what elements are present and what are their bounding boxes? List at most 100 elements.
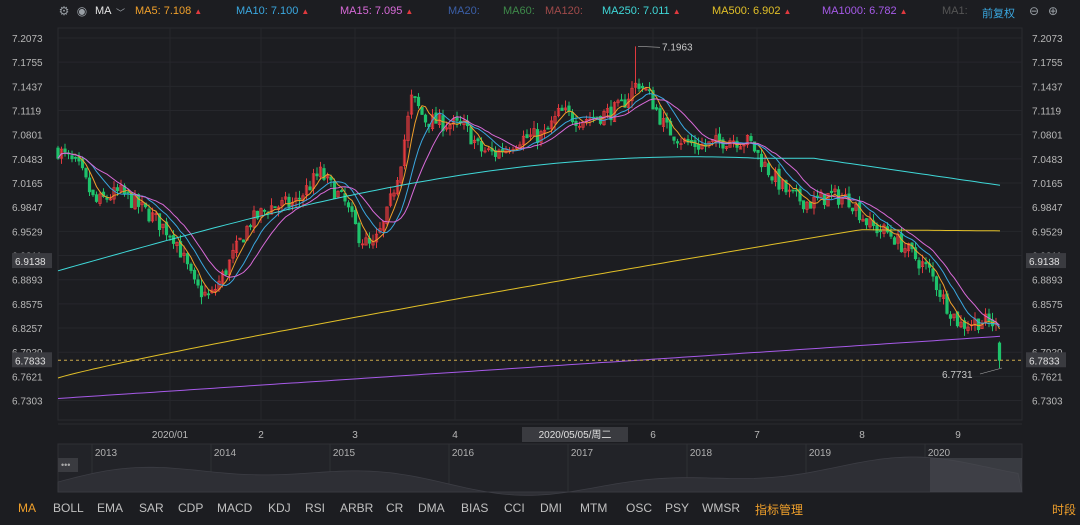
candle-body <box>70 155 74 160</box>
price-tick-right: 7.1119 <box>1032 107 1062 118</box>
tab-arbr[interactable]: ARBR <box>340 501 373 515</box>
candle-body <box>262 209 267 212</box>
candle-body <box>479 140 484 152</box>
navigator-year: 2016 <box>452 448 475 459</box>
navigator-year: 2018 <box>690 448 713 459</box>
time-tick: 6 <box>650 430 656 441</box>
candle-body <box>416 96 421 107</box>
candle-body <box>791 189 795 192</box>
candle-body <box>297 197 302 200</box>
price-tick-left: 6.8575 <box>12 300 43 311</box>
candle-body <box>637 83 641 89</box>
candle-body <box>525 134 529 139</box>
price-tick-right: 6.8575 <box>1032 300 1063 311</box>
tab-macd[interactable]: MACD <box>217 501 252 515</box>
high-label: 7.1963 <box>662 42 693 53</box>
tab-bias[interactable]: BIAS <box>461 501 488 515</box>
candle-body <box>94 194 99 202</box>
candle-body <box>829 190 834 194</box>
candle-body <box>241 239 246 243</box>
candle-body <box>469 126 473 145</box>
time-tick: 2 <box>258 430 264 441</box>
candle-body <box>350 206 354 212</box>
candle-body <box>315 173 319 177</box>
chart-area[interactable]: 7.2073 7.2073 7.1755 7.1755 7.1437 7.1437 7.11… <box>0 0 1080 496</box>
candle-body <box>91 189 95 196</box>
candle-body <box>798 188 802 202</box>
tab-cr[interactable]: CR <box>386 501 403 515</box>
candle-body <box>196 279 200 286</box>
candle-body <box>546 127 550 130</box>
candle-body <box>343 193 347 202</box>
candle-body <box>224 270 228 275</box>
price-tick-right: 6.9847 <box>1032 203 1063 214</box>
price-tick-left: 7.1755 <box>12 58 43 69</box>
candle-body <box>248 225 253 228</box>
navigator-year: 2013 <box>95 448 118 459</box>
candle-body <box>171 235 176 244</box>
candle-body <box>185 253 190 265</box>
candle-body <box>976 318 981 331</box>
candle-body <box>455 116 459 121</box>
candle-body <box>948 314 953 319</box>
candle-body <box>619 99 624 102</box>
tab-ema[interactable]: EMA <box>97 501 123 515</box>
tab-osc[interactable]: OSC <box>626 501 652 515</box>
tab-rsi[interactable]: RSI <box>305 501 325 515</box>
tab-mtm[interactable]: MTM <box>580 501 607 515</box>
candle-body <box>199 285 204 298</box>
candle-body <box>997 342 1002 361</box>
candle-body <box>864 218 869 226</box>
tab-boll[interactable]: BOLL <box>53 501 84 515</box>
price-tick-left: 6.9529 <box>12 227 43 238</box>
price-tick-left: 7.1437 <box>12 82 43 93</box>
time-tick: 2020/01 <box>152 430 189 441</box>
candle-body <box>847 193 851 208</box>
navigator-year: 2019 <box>809 448 832 459</box>
candle-body <box>476 138 480 142</box>
tab-cci[interactable]: CCI <box>504 501 525 515</box>
price-tick-right: 7.0801 <box>1032 131 1063 142</box>
tab-ma[interactable]: MA <box>18 501 36 515</box>
price-tick-left: 6.9847 <box>12 203 43 214</box>
candle-body <box>924 262 928 265</box>
candle-body <box>759 153 764 168</box>
price-tick-left: 6.7303 <box>12 397 43 408</box>
price-tick-right: 6.8257 <box>1032 324 1063 335</box>
tab-sar[interactable]: SAR <box>139 501 164 515</box>
price-tick-left: 7.0165 <box>12 179 43 190</box>
timeshare-button[interactable]: 时段 <box>1052 501 1076 518</box>
tab-dma[interactable]: DMA <box>418 501 445 515</box>
current-price-tag-left: 6.7833 <box>15 356 46 367</box>
candle-body <box>658 108 662 125</box>
time-tick: 9 <box>955 430 961 441</box>
kline-chart-app: ⚙ ◉ MA ﹀ MA5: 7.108 ▲ MA10: 7.100 ▲ MA15: 7.… <box>0 0 1080 525</box>
price-tick-right: 7.0165 <box>1032 179 1063 190</box>
tab-kdj[interactable]: KDJ <box>268 501 291 515</box>
candle-body <box>857 202 862 221</box>
candle-body <box>640 85 645 89</box>
candle-body <box>147 208 151 222</box>
tab-psy[interactable]: PSY <box>665 501 689 515</box>
price-tick-left: 6.8257 <box>12 324 43 335</box>
tab-cdp[interactable]: CDP <box>178 501 203 515</box>
tab-dmi[interactable]: DMI <box>540 501 562 515</box>
price-tick-right: 7.0483 <box>1032 155 1063 166</box>
time-tick: 8 <box>859 430 865 441</box>
candle-body <box>801 200 806 210</box>
time-tick: 4 <box>452 430 458 441</box>
candle-body <box>420 107 424 115</box>
candle-body <box>570 112 575 123</box>
tab-wmsr[interactable]: WMSR <box>702 501 740 515</box>
candle-body <box>875 224 879 234</box>
time-tick: 3 <box>352 430 358 441</box>
price-tick-left: 7.2073 <box>12 34 43 45</box>
candle-body <box>878 230 883 233</box>
candle-body <box>126 191 130 194</box>
candle-body <box>892 237 897 245</box>
price-tick-right: 6.8893 <box>1032 276 1063 287</box>
candle-body <box>168 235 172 238</box>
indicator-manage-button[interactable]: 指标管理 <box>755 501 803 518</box>
price-tick-right: 6.7621 <box>1032 372 1063 383</box>
price-tick-left: 6.7621 <box>12 372 43 383</box>
